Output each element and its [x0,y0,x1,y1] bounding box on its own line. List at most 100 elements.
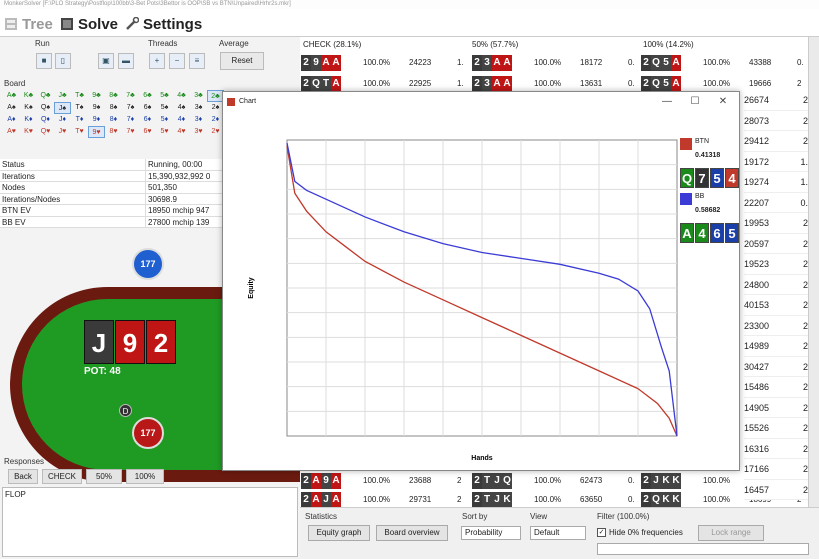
board-card-option[interactable]: J♠ [54,102,71,114]
board-card-option[interactable]: K♣ [20,90,37,102]
board-card-option[interactable]: Q♠ [37,102,54,114]
run-button[interactable]: ■ [36,53,52,69]
save-icon: ▣ [102,56,110,65]
chart-app-icon [227,98,235,106]
board-card-option[interactable]: K♠ [20,102,37,114]
board-card-option[interactable]: Q♥ [37,126,54,138]
board-card-option[interactable]: 3♠ [190,102,207,114]
board-card-option[interactable]: 9♠ [88,102,105,114]
board-card-option[interactable]: A♥ [3,126,20,138]
board-card-option[interactable]: 3♥ [190,126,207,138]
filter-input[interactable] [597,543,809,555]
hand-value: 100.0% [703,58,731,67]
board-card-option[interactable]: 7♣ [122,90,139,102]
hand-value: 100.0% [363,476,391,485]
board-card-option[interactable]: 4♦ [173,114,190,126]
board-card-option[interactable]: 9♦ [88,114,105,126]
save-button[interactable]: ▣ [98,53,114,69]
board-card-3: 2 [146,320,176,364]
column-header-100[interactable]: 100% (14.2%) [643,40,694,52]
board-card-option[interactable]: 6♥ [139,126,156,138]
board-card-option[interactable]: T♣ [71,90,88,102]
board-card-option[interactable]: 5♥ [156,126,173,138]
board-card-option[interactable]: 6♦ [139,114,156,126]
column-header-check[interactable]: CHECK (28.1%) [303,40,361,52]
hand-card: 3 [482,55,492,71]
board-card-option[interactable]: 5♠ [156,102,173,114]
board-card-option[interactable]: 7♠ [122,102,139,114]
average-label: Average [219,39,249,48]
board-card-option[interactable]: J♦ [54,114,71,126]
tree-tab[interactable]: Tree [4,13,53,35]
board-card-option[interactable]: 6♠ [139,102,156,114]
board-card-grid: A♣ K♣ Q♣ J♣ T♣ 9♣ 8♣ 7♣ 6♣ 5♣ 4♣ 3♣ 2♣ A♠ K♠ Q♠ J♠ T♠ 9♠ 8♠… [3,90,225,138]
board-card-option[interactable]: T♦ [71,114,88,126]
board-card-option[interactable]: 8♦ [105,114,122,126]
board-card-option[interactable]: 3♣ [190,90,207,102]
check-button[interactable]: CHECK [42,469,82,484]
threads-plus-button[interactable]: + [149,53,165,69]
board-card-option[interactable]: 8♠ [105,102,122,114]
hand-card: A [331,55,341,71]
hand-value: 100.0% [703,476,731,485]
board-card-option[interactable]: A♦ [3,114,20,126]
equity-graph-button[interactable]: Equity graph [308,525,370,541]
board-card-option[interactable]: 9♣ [88,90,105,102]
board-card-option[interactable]: 5♣ [156,90,173,102]
pause-button[interactable]: ▯ [55,53,71,69]
legend-hand-card: Q [680,168,694,188]
board-card-option[interactable]: 8♥ [105,126,122,138]
board-card-option[interactable]: 4♠ [173,102,190,114]
board-card-option[interactable]: A♠ [3,102,20,114]
board-card-option[interactable]: Q♦ [37,114,54,126]
board-card-option[interactable]: 9♥ [88,126,105,138]
threads-minus-button[interactable]: − [169,53,185,69]
board-card-option[interactable]: 5♦ [156,114,173,126]
side-value-row: 26674 2 [744,90,808,111]
board-card-option[interactable]: 3♦ [190,114,207,126]
hand-values: 100.0% 23688 2 [363,471,467,491]
board-card-option[interactable]: 7♥ [122,126,139,138]
board-card-option[interactable]: T♠ [71,102,88,114]
bet-50-button[interactable]: 50% [86,469,122,484]
side-value-row: 23300 2 [744,315,808,336]
threads-max-button[interactable]: ≡ [189,53,205,69]
board-card-option[interactable]: 6♣ [139,90,156,102]
board-card-option[interactable]: K♥ [20,126,37,138]
board-card-option[interactable]: T♥ [71,126,88,138]
hand-card: K [661,492,671,508]
lock-range-button[interactable]: Lock range [698,525,764,541]
open-button[interactable]: ▬ [118,53,134,69]
board-card-option[interactable]: K♦ [20,114,37,126]
view-select[interactable]: Default [530,526,586,540]
board-card-option[interactable]: J♣ [54,90,71,102]
column-header-50[interactable]: 50% (57.7%) [472,40,518,52]
board-card-option[interactable]: 8♣ [105,90,122,102]
vertical-scrollbar[interactable] [808,37,819,507]
back-button[interactable]: Back [8,469,38,484]
hide-zero-checkbox[interactable]: ✓ Hide 0% frequencies [597,528,683,537]
board-card-option[interactable]: 4♣ [173,90,190,102]
hand-value: 23688 [409,476,432,485]
board-overview-button[interactable]: Board overview [376,525,448,541]
board-card-option[interactable]: 7♦ [122,114,139,126]
hand-values: 100.0% 62473 0. [534,471,638,491]
solve-tab[interactable]: Solve [60,13,118,35]
reset-button[interactable]: Reset [220,52,264,70]
minimize-button[interactable]: — [657,94,677,110]
side-value-row: 19274 1. [744,172,808,193]
close-button[interactable]: ✕ [713,94,733,110]
side-values-column: 26674 2 28073 2 29412 2 19172 1. 19274 1. 22207 0. 1… [744,90,808,500]
board-card-option[interactable]: 4♥ [173,126,190,138]
board-card-option[interactable]: J♥ [54,126,71,138]
sort-select[interactable]: Probability [461,526,521,540]
settings-tab[interactable]: Settings [125,13,202,35]
board-card-option[interactable]: A♣ [3,90,20,102]
stop-icon: ■ [41,56,47,65]
board-card-option[interactable]: Q♣ [37,90,54,102]
hand-row[interactable]: 2 9 A A 100.0% 24223 1. 2 3 A A 100.0% 18172 0. 2 Q 5 A 10… [300,53,810,73]
legend-hand-card: 4 [695,223,709,243]
maximize-button[interactable]: ☐ [685,94,705,110]
bet-100-button[interactable]: 100% [126,469,164,484]
hand-row[interactable]: 2 A 9 A 100.0% 23688 2 2 T J Q 100.0% 62473 0. 2 J K K 100… [300,471,810,491]
